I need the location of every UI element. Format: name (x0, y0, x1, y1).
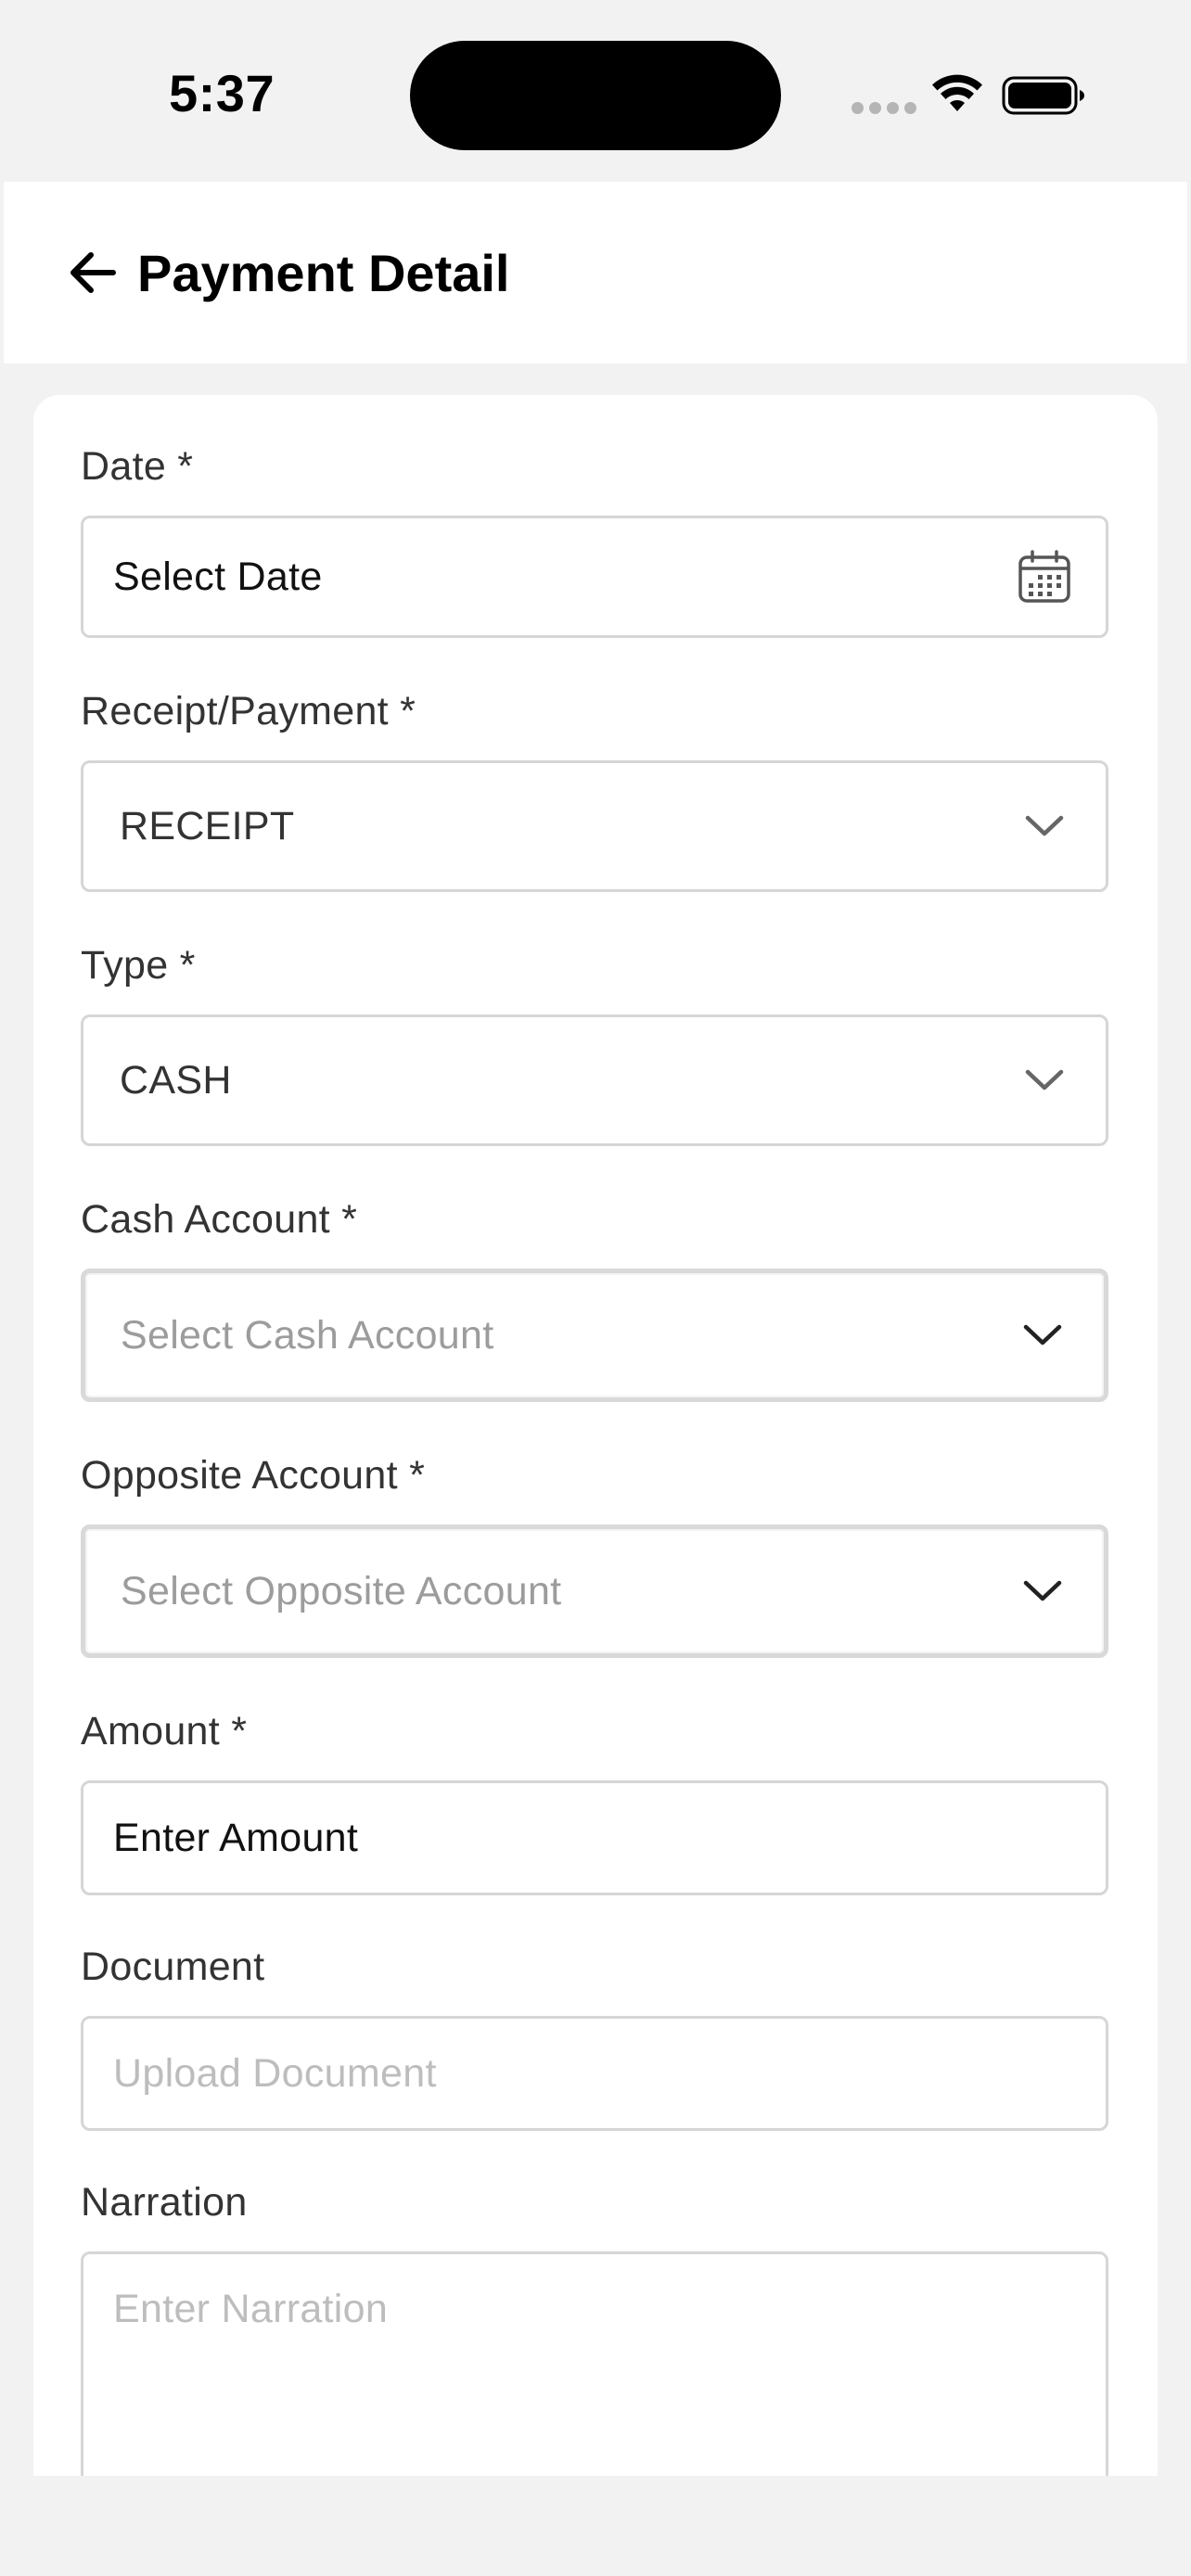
date-field[interactable]: Select Date (81, 516, 1108, 638)
cash-account-placeholder: Select Cash Account (121, 1313, 494, 1358)
narration-placeholder: Enter Narration (113, 2287, 389, 2331)
page-title: Payment Detail (137, 244, 510, 302)
opposite-account-select[interactable]: Select Opposite Account (81, 1524, 1108, 1658)
dynamic-island (410, 41, 781, 150)
date-label: Date * (81, 444, 194, 489)
chevron-down-icon (1025, 815, 1064, 836)
chevron-down-icon (1025, 1069, 1064, 1090)
wifi-icon (932, 74, 982, 111)
chevron-down-icon (1023, 1580, 1062, 1601)
receipt-payment-label: Receipt/Payment * (81, 689, 416, 733)
app-header: Payment Detail (4, 182, 1187, 363)
document-label: Document (81, 1945, 265, 1989)
battery-icon (1002, 76, 1084, 115)
receipt-payment-select[interactable]: RECEIPT (81, 760, 1108, 892)
back-button[interactable] (56, 236, 130, 310)
status-time: 5:37 (169, 64, 275, 122)
date-field-text: Select Date (113, 555, 323, 599)
amount-label: Amount * (81, 1709, 248, 1753)
type-value: CASH (120, 1058, 232, 1103)
opposite-account-placeholder: Select Opposite Account (121, 1569, 562, 1613)
opposite-account-label: Opposite Account * (81, 1453, 426, 1498)
receipt-payment-value: RECEIPT (120, 804, 295, 848)
narration-textarea[interactable]: Enter Narration (81, 2251, 1108, 2511)
arrow-left-icon (70, 252, 116, 293)
narration-label: Narration (81, 2180, 248, 2225)
bottom-safe-area (0, 2476, 1191, 2576)
amount-input[interactable]: Enter Amount (81, 1780, 1108, 1895)
cash-account-select[interactable]: Select Cash Account (81, 1269, 1108, 1402)
type-select[interactable]: CASH (81, 1014, 1108, 1146)
document-upload-field[interactable]: Upload Document (81, 2016, 1108, 2131)
amount-input-text: Enter Amount (113, 1816, 359, 1860)
cellular-signal-icon (852, 102, 916, 114)
cash-account-label: Cash Account * (81, 1197, 358, 1242)
payment-form-card: Date * Select Date Receipt/Payment * REC… (33, 395, 1158, 2511)
calendar-icon[interactable] (1017, 549, 1072, 605)
document-placeholder: Upload Document (113, 2051, 437, 2096)
status-bar: 5:37 (0, 0, 1191, 182)
type-label: Type * (81, 943, 196, 988)
chevron-down-icon (1023, 1324, 1062, 1345)
